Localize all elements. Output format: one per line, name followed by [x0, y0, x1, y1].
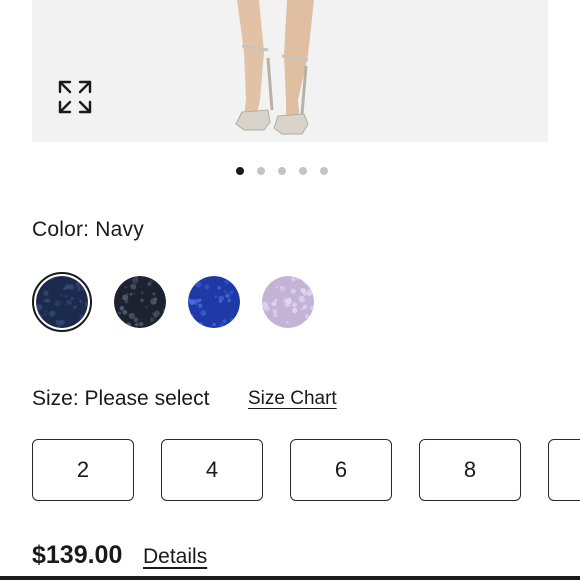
color-swatch-royal-blue-sequin[interactable]: [184, 272, 244, 332]
carousel-dots: [236, 167, 328, 175]
carousel-dot[interactable]: [320, 167, 328, 175]
carousel-dot[interactable]: [278, 167, 286, 175]
price: $139.00: [32, 541, 123, 569]
size-chart-link[interactable]: Size Chart: [248, 388, 337, 410]
color-swatch-black-sequin[interactable]: [110, 272, 170, 332]
size-option-4[interactable]: 4: [161, 439, 263, 501]
carousel-dot[interactable]: [257, 167, 265, 175]
carousel-dot[interactable]: [236, 167, 244, 175]
bottom-divider: [0, 576, 580, 580]
color-swatch-lavender-sequin[interactable]: [258, 272, 318, 332]
color-swatches: [32, 272, 332, 332]
size-label: Size: Please select: [32, 387, 210, 410]
size-option-2[interactable]: 2: [32, 439, 134, 501]
product-page: Color: Navy Size: Please select Size Cha…: [0, 0, 580, 580]
size-option-more[interactable]: [548, 439, 580, 501]
color-label: Color: Navy: [32, 218, 144, 241]
color-swatch-navy-sequin[interactable]: [32, 272, 92, 332]
expand-icon[interactable]: [56, 78, 94, 116]
details-link[interactable]: Details: [143, 545, 207, 569]
carousel-dot[interactable]: [299, 167, 307, 175]
size-option-8[interactable]: 8: [419, 439, 521, 501]
model-legs-photo: [32, 0, 548, 142]
product-image[interactable]: [32, 0, 548, 142]
size-options: 2468: [0, 439, 580, 503]
size-option-6[interactable]: 6: [290, 439, 392, 501]
